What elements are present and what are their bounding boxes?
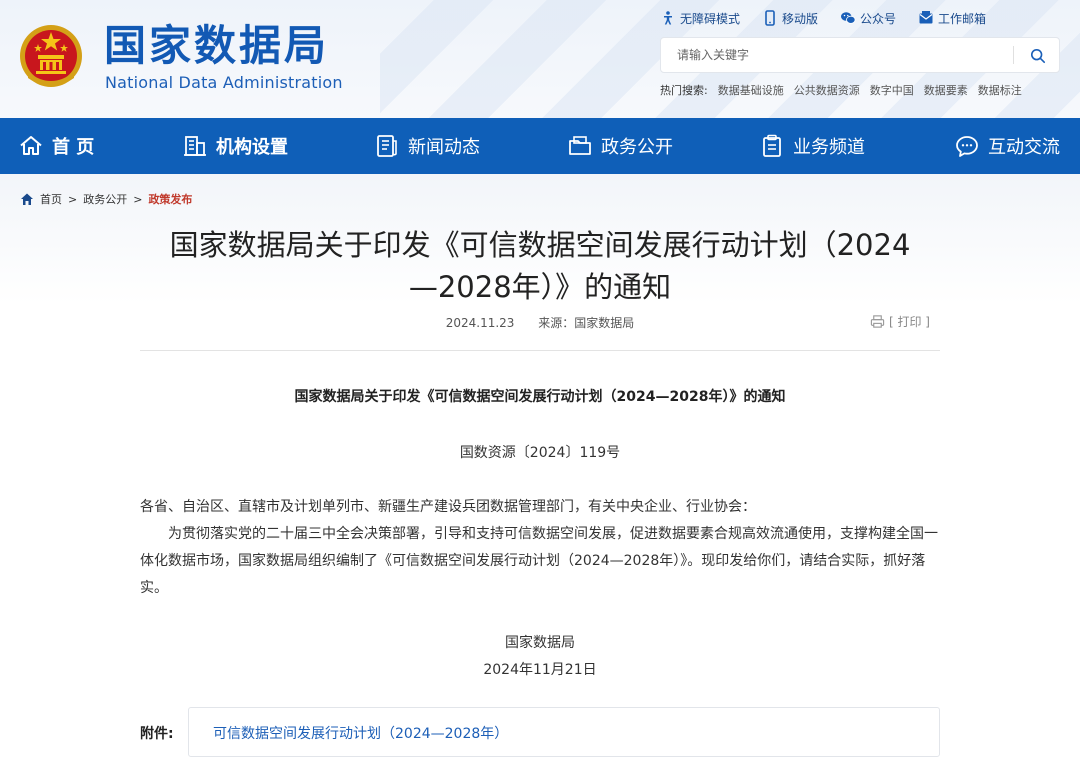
mobile-version-link[interactable]: 移动版 (762, 8, 818, 28)
wechat-icon (841, 12, 856, 24)
hot-search-item[interactable]: 数据标注 (978, 82, 1022, 98)
search-icon (1030, 48, 1046, 64)
article-source: 来源：国家数据局 (538, 316, 635, 330)
search-divider (1013, 46, 1014, 64)
breadcrumb-item-home[interactable]: 首页 (40, 191, 62, 207)
wechat-account-label: 公众号 (860, 11, 897, 26)
hot-searches: 热门搜索: 数据基础设施 公共数据资源 数字中国 数据要素 数据标注 (660, 82, 1022, 98)
chat-icon (956, 136, 978, 157)
document-title: 国家数据局关于印发《可信数据空间发展行动计划（2024—2028年）》的通知 (294, 389, 786, 405)
folder-icon (569, 136, 591, 155)
building-icon (184, 136, 206, 156)
hot-search-item[interactable]: 数据要素 (924, 82, 968, 98)
body-paragraph: 为贯彻落实党的二十届三中全会决策部署，引导和支持可信数据空间发展，促进数据要素合… (140, 526, 938, 596)
accessibility-icon (664, 11, 672, 25)
article-divider (140, 350, 940, 351)
news-icon (377, 135, 397, 157)
nav-item-home[interactable]: 首 页 (18, 118, 94, 174)
search-box (660, 37, 1060, 73)
attachment-box: 可信数据空间发展行动计划（2024—2028年） (188, 707, 940, 757)
nav-item-government-affairs[interactable]: 政务公开 (567, 118, 673, 174)
print-label: [ 打印 ] (889, 315, 930, 329)
search-input[interactable] (677, 45, 997, 65)
search-button[interactable] (1027, 45, 1049, 67)
article-title-line: —2028年）》的通知 (408, 270, 672, 304)
mobile-version-label: 移动版 (782, 11, 819, 26)
printer-icon (870, 315, 885, 328)
hot-search-item[interactable]: 公共数据资源 (794, 82, 860, 98)
signature-date: 2024年11月21日 (483, 662, 597, 678)
home-icon (21, 193, 33, 205)
hot-search-label: 热门搜索: (660, 84, 708, 97)
breadcrumb-separator: > (68, 192, 78, 206)
breadcrumb-item-government-affairs[interactable]: 政务公开 (83, 191, 127, 207)
attachment-link[interactable]: 可信数据空间发展行动计划（2024—2028年） (213, 723, 508, 743)
nav-label: 业务频道 (793, 137, 865, 158)
nav-item-business-channel[interactable]: 业务频道 (759, 118, 865, 174)
print-button[interactable]: [ 打印 ] (870, 313, 930, 330)
attachment-label: 附件: (140, 726, 174, 742)
salutation: 各省、自治区、直辖市及计划单列市、新疆生产建设兵团数据管理部门，有关中央企业、行… (140, 499, 756, 515)
clipboard-icon (763, 134, 781, 157)
breadcrumb: 首页 > 政务公开 > 政策发布 (20, 191, 192, 207)
nav-label: 新闻动态 (408, 137, 480, 158)
main-nav: 首 页 机构设置 新闻动态 政务公开 业务频道 互动交流 (0, 118, 1080, 174)
nav-label: 政务公开 (601, 137, 673, 158)
signature-organization: 国家数据局 (505, 635, 575, 651)
national-emblem-icon (20, 25, 82, 87)
breadcrumb-item-current[interactable]: 政策发布 (148, 191, 192, 207)
article-body: 各省、自治区、直辖市及计划单列市、新疆生产建设兵团数据管理部门，有关中央企业、行… (140, 494, 940, 602)
work-mail-label: 工作邮箱 (938, 11, 987, 26)
home-icon (20, 136, 42, 155)
breadcrumb-separator: > (133, 192, 143, 206)
site-logo-english[interactable]: National Data Administration (105, 72, 343, 94)
site-header: 国家数据局 National Data Administration 无障碍模式… (0, 0, 1080, 118)
mail-icon (919, 11, 933, 24)
article-meta: 2024.11.23 来源：国家数据局 (140, 314, 940, 331)
nav-item-interaction[interactable]: 互动交流 (954, 118, 1060, 174)
top-links: 无障碍模式 移动版 公众号 工作邮箱 (660, 8, 986, 28)
mobile-icon (765, 10, 775, 26)
hot-search-item[interactable]: 数字中国 (870, 82, 914, 98)
article-date: 2024.11.23 (445, 316, 515, 330)
nav-label: 互动交流 (988, 137, 1060, 158)
accessibility-link[interactable]: 无障碍模式 (660, 8, 740, 28)
nav-label: 机构设置 (216, 137, 288, 158)
nav-item-organization[interactable]: 机构设置 (182, 118, 288, 174)
wechat-account-link[interactable]: 公众号 (840, 8, 896, 28)
accessibility-label: 无障碍模式 (680, 11, 741, 26)
article-title: 国家数据局关于印发《可信数据空间发展行动计划（2024 —2028年）》的通知 (140, 224, 940, 308)
nav-label: 首 页 (52, 137, 95, 158)
article-title-line: 国家数据局关于印发《可信数据空间发展行动计划（2024 (169, 228, 911, 262)
document-number: 国数资源〔2024〕119号 (459, 445, 621, 461)
site-logo-text[interactable]: 国家数据局 (104, 20, 329, 72)
work-mail-link[interactable]: 工作邮箱 (918, 8, 986, 28)
hot-search-item[interactable]: 数据基础设施 (718, 82, 784, 98)
nav-item-news[interactable]: 新闻动态 (374, 118, 480, 174)
